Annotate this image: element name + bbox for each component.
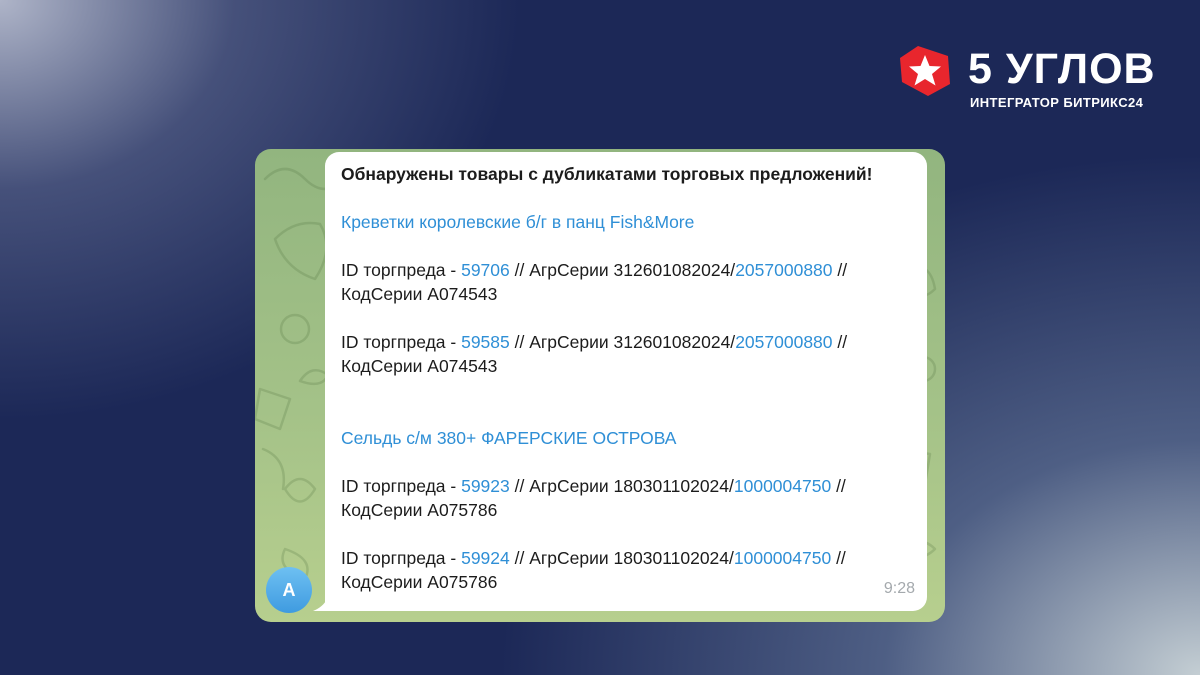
offer-id-link[interactable]: 59585	[461, 332, 510, 352]
offer-id-link[interactable]: 59924	[461, 548, 510, 568]
offer-id-label: ID торгпреда -	[341, 476, 462, 496]
batch-number-link[interactable]: 2057000880	[735, 260, 832, 280]
offer-id-label: ID торгпреда -	[341, 548, 462, 568]
batch-number-link[interactable]: 1000004750	[734, 548, 831, 568]
batch-label: // АгрСерии 180301102024/	[509, 476, 734, 496]
sender-avatar[interactable]: A	[266, 567, 312, 613]
red-pentagon-star-icon	[900, 46, 950, 96]
series-code: КодСерии А074543	[341, 356, 498, 376]
offer-id-link[interactable]: 59923	[461, 476, 510, 496]
offer-line: ID торгпреда - 59924 // АгрСерии 1803011…	[341, 546, 907, 570]
brand-name: 5 УГЛОВ	[968, 45, 1156, 93]
chat-window: A Обнаружены товары с дубликатами торгов…	[255, 149, 945, 622]
product-link[interactable]: Сельдь с/м 380+ ФАРЕРСКИЕ ОСТРОВА	[341, 426, 907, 450]
offer-id-label: ID торгпреда -	[341, 260, 462, 280]
offer-line: ID торгпреда - 59585 // АгрСерии 3126010…	[341, 330, 907, 354]
batch-number-link[interactable]: 2057000880	[735, 332, 832, 352]
batch-label: // АгрСерии 312601082024/	[509, 332, 736, 352]
batch-label: // АгрСерии 180301102024/	[509, 548, 734, 568]
product-link[interactable]: Креветки королевские б/г в панц Fish&Mor…	[341, 210, 907, 234]
offer-id-label: ID торгпреда -	[341, 332, 462, 352]
series-code: КодСерии А075786	[341, 500, 498, 520]
series-code: КодСерии А074543	[341, 284, 498, 304]
batch-number-link[interactable]: 1000004750	[734, 476, 831, 496]
separator-text: //	[831, 548, 846, 568]
batch-label: // АгрСерии 312601082024/	[509, 260, 736, 280]
brand-logo: 5 УГЛОВ ИНТЕГРАТОР БИТРИКС24	[898, 44, 1158, 114]
brand-tagline: ИНТЕГРАТОР БИТРИКС24	[970, 95, 1144, 110]
message-bubble[interactable]: Обнаружены товары с дубликатами торговых…	[325, 152, 927, 611]
series-code: КодСерии А075786	[341, 572, 498, 592]
offer-line: ID торгпреда - 59923 // АгрСерии 1803011…	[341, 474, 907, 498]
message-title: Обнаружены товары с дубликатами торговых…	[341, 164, 873, 184]
offer-line: ID торгпреда - 59706 // АгрСерии 3126010…	[341, 258, 907, 282]
message-timestamp: 9:28	[883, 580, 915, 597]
separator-text: //	[832, 332, 848, 352]
offer-id-link[interactable]: 59706	[461, 260, 510, 280]
separator-text: //	[831, 476, 846, 496]
separator-text: //	[832, 260, 848, 280]
